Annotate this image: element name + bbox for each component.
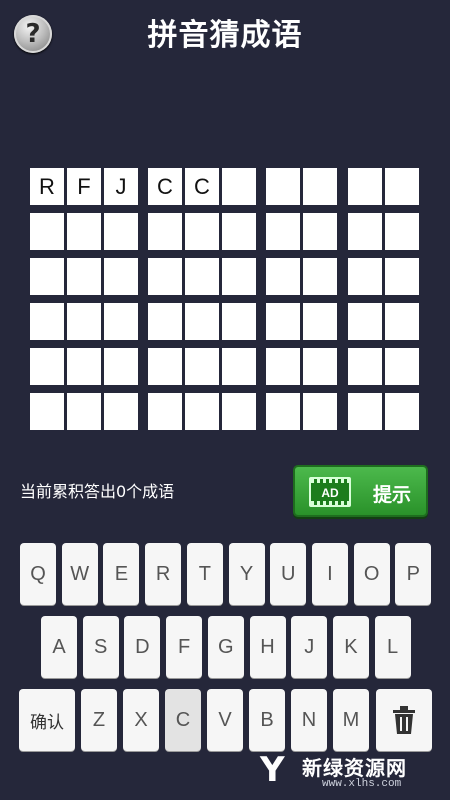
hint-button[interactable]: AD 提示 [293, 465, 428, 517]
key-row3[interactable]: Z [81, 689, 117, 751]
key-row3[interactable]: B [249, 689, 285, 751]
answer-cell [348, 303, 382, 340]
key-row1[interactable]: R [145, 543, 182, 605]
key-row2[interactable]: A [41, 616, 77, 678]
answer-cell [303, 258, 337, 295]
score-text: 当前累积答出0个成语 [20, 482, 175, 501]
answer-cell [104, 303, 138, 340]
answer-cell [222, 258, 256, 295]
answer-cell [185, 303, 219, 340]
answer-cell [185, 213, 219, 250]
key-row2[interactable]: G [207, 616, 244, 678]
answer-cell [303, 303, 337, 340]
key-row3[interactable]: M [333, 689, 369, 751]
key-row1[interactable]: Y [228, 543, 265, 605]
answer-cell [303, 348, 337, 385]
answer-cell [67, 258, 101, 295]
key-row3[interactable]: C [165, 689, 201, 751]
answer-cell: R [30, 168, 64, 205]
confirm-button[interactable]: 确认 [19, 689, 75, 751]
answer-cell [385, 168, 419, 205]
key-row3[interactable]: N [291, 689, 327, 751]
key-row3[interactable]: X [123, 689, 159, 751]
answer-cell [348, 348, 382, 385]
key-row2[interactable]: F [166, 616, 203, 678]
answer-cell [30, 258, 64, 295]
answer-cell [148, 213, 182, 250]
key-row2[interactable]: D [124, 616, 161, 678]
key-row1[interactable]: W [61, 543, 98, 605]
answer-cell [348, 393, 382, 430]
key-row1[interactable]: Q [20, 543, 56, 605]
answer-cell [148, 303, 182, 340]
answer-cell: C [185, 168, 219, 205]
answer-cell [222, 213, 256, 250]
answer-cell [303, 213, 337, 250]
answer-cell [266, 303, 300, 340]
answer-cell [385, 393, 419, 430]
answer-cell [30, 213, 64, 250]
trash-icon [393, 706, 415, 734]
hint-label: 提示 [373, 484, 412, 506]
answer-cell [348, 258, 382, 295]
answer-cell [222, 168, 256, 205]
key-row2[interactable]: S [82, 616, 119, 678]
watermark-logo: Y [260, 750, 285, 790]
key-row1[interactable]: I [311, 543, 348, 605]
key-row1[interactable]: P [395, 543, 432, 605]
answer-cell [385, 258, 419, 295]
answer-cell [67, 348, 101, 385]
answer-cell [266, 393, 300, 430]
answer-cell [148, 348, 182, 385]
answer-cell [67, 213, 101, 250]
answer-cell [104, 258, 138, 295]
watermark-url: www.xlhs.com [322, 778, 402, 790]
answer-cell [222, 393, 256, 430]
ad-label: AD [321, 486, 339, 500]
answer-cell [185, 393, 219, 430]
answer-cell [266, 213, 300, 250]
answer-cell [104, 348, 138, 385]
answer-cell: C [148, 168, 182, 205]
key-row1[interactable]: U [270, 543, 307, 605]
answer-cell [185, 348, 219, 385]
answer-cell: F [67, 168, 101, 205]
answer-cell [222, 303, 256, 340]
answer-cell [30, 303, 64, 340]
key-row1[interactable]: O [353, 543, 390, 605]
key-row1[interactable]: E [103, 543, 140, 605]
page-title: 拼音猜成语 [147, 18, 303, 53]
answer-cell [185, 258, 219, 295]
ad-video-icon: AD [309, 477, 351, 507]
key-row3[interactable]: V [207, 689, 243, 751]
answer-cell [266, 258, 300, 295]
answer-cell [67, 303, 101, 340]
watermark-title: 新绿资源网 [302, 756, 407, 780]
answer-cell [104, 213, 138, 250]
watermark: Y 新绿资源网 www.xlhs.com [254, 748, 450, 800]
answer-cell [148, 258, 182, 295]
answer-cell [266, 348, 300, 385]
answer-cell: J [104, 168, 138, 205]
answer-cell [303, 393, 337, 430]
key-row2[interactable]: H [249, 616, 286, 678]
delete-button[interactable] [376, 689, 432, 751]
answer-cell [30, 393, 64, 430]
key-row1[interactable]: T [186, 543, 223, 605]
answer-cell [385, 303, 419, 340]
key-row2[interactable]: L [374, 616, 411, 678]
answer-cell [148, 393, 182, 430]
answer-cell [30, 348, 64, 385]
key-row2[interactable]: K [332, 616, 369, 678]
answer-cell [385, 348, 419, 385]
key-row2[interactable]: J [291, 616, 328, 678]
answer-cell [104, 393, 138, 430]
answer-cell [348, 213, 382, 250]
answer-cell [385, 213, 419, 250]
answer-cell [67, 393, 101, 430]
answer-cell [222, 348, 256, 385]
answer-cell [266, 168, 300, 205]
answer-cell [348, 168, 382, 205]
answer-cell [303, 168, 337, 205]
